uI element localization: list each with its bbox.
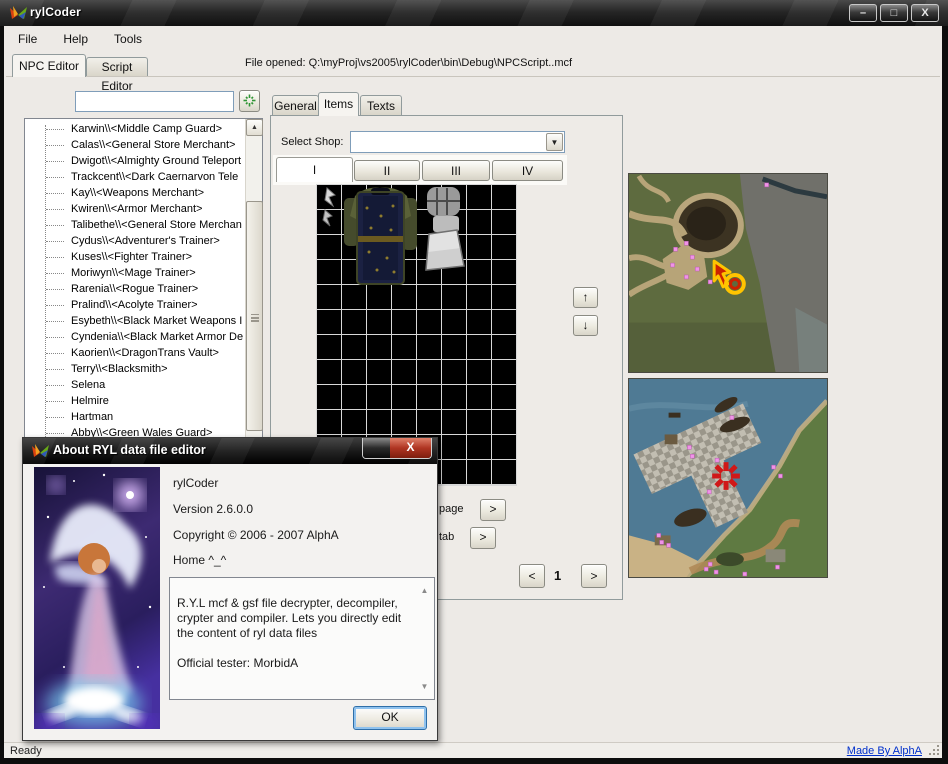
menu-item[interactable]: Tools [110, 30, 146, 48]
window-title: rylCoder [30, 5, 81, 19]
locate-npc-button[interactable] [239, 90, 260, 112]
file-opened-label: File opened: Q:\myProj\vs2005\rylCoder\b… [245, 57, 572, 69]
npc-tree-item[interactable]: Trackcent\\<Dark Caernarvon Tele [25, 169, 245, 185]
npc-tree-item[interactable]: Talibethe\\<General Store Merchan [25, 217, 245, 233]
npc-tree-item[interactable]: Helmire [25, 393, 245, 409]
npc-tree-item[interactable]: Hartman [25, 409, 245, 425]
about-dialog: About RYL data file editor X [22, 437, 438, 741]
about-dialog-title: About RYL data file editor [53, 443, 206, 457]
npc-tree-item[interactable]: Pralind\\<Acolyte Trainer> [25, 297, 245, 313]
page-number: 1 [554, 568, 561, 583]
npc-tree-item[interactable]: Cyndenia\\<Black Market Armor De [25, 329, 245, 345]
tab-action-label-fragment: tab [439, 531, 454, 543]
app-logo-icon [31, 443, 50, 460]
about-description-text: R.Y.L mcf & gsf file decrypter, decompil… [177, 596, 401, 670]
npc-tree-item[interactable]: Terry\\<Blacksmith> [25, 361, 245, 377]
npc-tree-list: Karwin\\<Middle Camp Guard>Calas\\<Gener… [25, 121, 245, 441]
tab-items[interactable]: Items [318, 92, 359, 116]
menu-item[interactable]: File [14, 30, 41, 48]
shop-combobox[interactable]: ▼ [350, 131, 565, 153]
npc-tree-item[interactable]: Karwin\\<Middle Camp Guard> [25, 121, 245, 137]
tab-texts[interactable]: Texts [360, 95, 402, 116]
npc-tree-item[interactable]: Moriwyn\\<Mage Trainer> [25, 265, 245, 281]
shop-tab-4[interactable]: IV [492, 160, 563, 181]
npc-search-input[interactable] [75, 91, 234, 112]
tab-npc-editor[interactable]: NPC Editor [12, 54, 86, 77]
npc-tree-item[interactable]: Kay\\<Weapons Merchant> [25, 185, 245, 201]
page-action-button[interactable]: > [480, 499, 506, 521]
menubar: File Help Tools [14, 30, 146, 48]
item-charm-image[interactable] [317, 186, 341, 235]
map-overview-image[interactable] [628, 173, 828, 373]
made-by-link[interactable]: Made By AlphA [847, 745, 922, 757]
status-text: Ready [10, 745, 42, 757]
scrollbar-thumb[interactable] [246, 201, 263, 431]
tab-divider [6, 76, 940, 77]
select-shop-label: Select Shop: [281, 136, 343, 148]
shop-tab-2[interactable]: II [354, 160, 420, 181]
close-button[interactable]: X [911, 4, 939, 22]
item-armor-image[interactable] [341, 186, 420, 286]
maximize-button[interactable]: □ [880, 4, 908, 22]
about-artwork-image [34, 467, 160, 729]
item-gauntlet-image[interactable] [421, 186, 471, 273]
menu-item[interactable]: Help [59, 30, 92, 48]
npc-tree-item[interactable]: Kuses\\<Fighter Trainer> [25, 249, 245, 265]
statusbar: Ready Made By AlphA [4, 742, 942, 758]
tab-script-editor[interactable]: Script Editor [86, 57, 148, 77]
app-window: rylCoder – □ X FileHelpTools NPC Editor … [0, 0, 948, 764]
tab-general[interactable]: General [272, 95, 319, 116]
next-page-button[interactable]: > [581, 564, 607, 588]
npc-tree-item[interactable]: Esybeth\\<Black Market Weapons I [25, 313, 245, 329]
tab-action-button[interactable]: > [470, 527, 496, 549]
shop-tab-3[interactable]: III [422, 160, 490, 181]
prev-page-button[interactable]: < [519, 564, 545, 588]
npc-tree-item[interactable]: Cydus\\<Adventurer's Trainer> [25, 233, 245, 249]
npc-tree-item[interactable]: Kwiren\\<Armor Merchant> [25, 201, 245, 217]
about-description-box[interactable]: R.Y.L mcf & gsf file decrypter, decompil… [169, 577, 435, 700]
combo-dropdown-icon[interactable]: ▼ [546, 133, 563, 151]
npc-tree-item[interactable]: Calas\\<General Store Merchant> [25, 137, 245, 153]
minimize-button[interactable]: – [849, 4, 877, 22]
about-close-button[interactable]: X [390, 438, 431, 458]
shop-tab-1[interactable]: I [276, 157, 353, 182]
map-harbor-image[interactable] [628, 378, 828, 578]
ok-button[interactable]: OK [353, 706, 427, 730]
scroll-up-button[interactable]: ▲ [246, 119, 263, 136]
about-titlebar-decoration [363, 438, 390, 458]
desc-scroll-down-icon[interactable]: ▼ [419, 679, 430, 694]
about-app-name: rylCoder [173, 476, 218, 490]
titlebar [0, 0, 948, 26]
npc-tree-item[interactable]: Kaorien\\<DragonTrans Vault> [25, 345, 245, 361]
npc-tree-item[interactable]: Selena [25, 377, 245, 393]
move-up-button[interactable]: ↑ [573, 287, 598, 308]
npc-tree-item[interactable]: Dwigot\\<Almighty Ground Teleport [25, 153, 245, 169]
about-home-link[interactable]: Home ^_^ [173, 553, 226, 567]
resize-grip-icon[interactable] [929, 745, 939, 755]
about-close-group: X [362, 438, 432, 459]
about-copyright: Copyright © 2006 - 2007 AlphA [173, 528, 339, 542]
page-action-label-fragment: page [439, 503, 463, 515]
about-version: Version 2.6.0.0 [173, 502, 253, 516]
npc-tree-item[interactable]: Rarenia\\<Rogue Trainer> [25, 281, 245, 297]
crosshair-icon [243, 94, 256, 107]
desc-scroll-up-icon[interactable]: ▲ [419, 583, 430, 598]
move-down-button[interactable]: ↓ [573, 315, 598, 336]
app-logo-icon [9, 5, 28, 22]
